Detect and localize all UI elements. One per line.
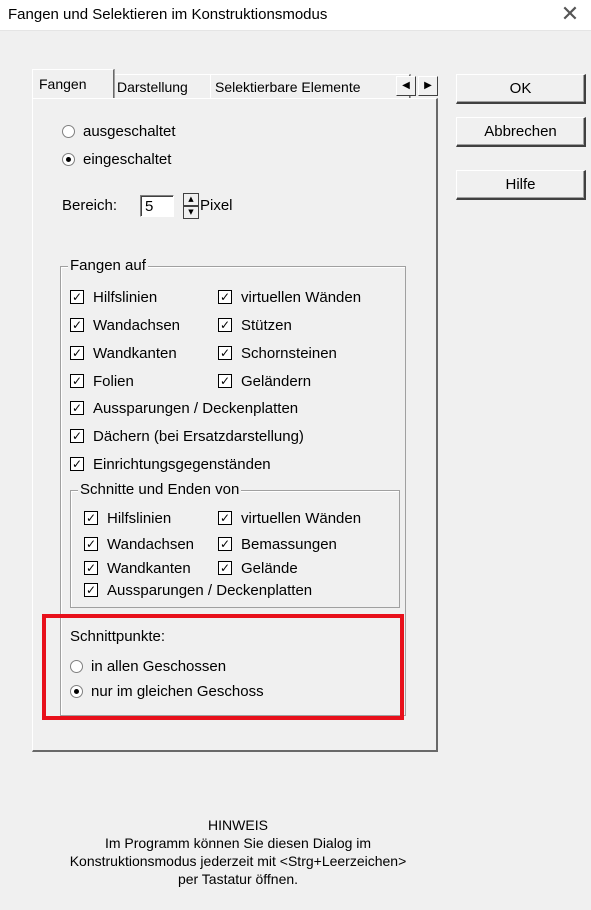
cb-label: Stützen [241,316,292,334]
checkbox-checked-icon[interactable]: ✓ [84,583,98,597]
checkbox-checked-icon[interactable]: ✓ [70,429,84,443]
cb-cut-hilfslinien[interactable]: ✓ Hilfslinien [84,508,171,528]
checkbox-checked-icon[interactable]: ✓ [84,561,98,575]
range-input[interactable]: 5 [140,195,174,217]
cb-label: Aussparungen / Deckenplatten [93,399,299,417]
cb-hilfslinien[interactable]: ✓ Hilfslinien [70,287,157,307]
spin-up-icon[interactable]: ▲ [183,193,199,206]
checkbox-checked-icon[interactable]: ✓ [218,374,232,388]
checkbox-checked-icon[interactable]: ✓ [218,346,232,360]
radio-off-label: ausgeschaltet [83,122,176,140]
cb-folien[interactable]: ✓ Folien [70,371,134,391]
radio-on-indicator[interactable] [62,152,75,166]
cb-label: Hilfslinien [107,509,172,527]
ok-button[interactable]: OK [456,74,586,104]
cb-einrichtung[interactable]: ✓ Einrichtungsgegenständen [70,454,271,474]
checkbox-checked-icon[interactable]: ✓ [218,561,232,575]
tab-darstellung[interactable]: Darstellung [112,74,214,99]
cb-label: virtuellen Wänden [241,288,362,306]
cb-cut-wandkanten[interactable]: ✓ Wandkanten [84,558,191,578]
spin-down-icon[interactable]: ▼ [183,206,199,219]
cb-daecher[interactable]: ✓ Dächern (bei Ersatzdarstellung) [70,426,304,446]
cb-label: Folien [93,372,134,390]
hint-line-3: per Tastatur öffnen. [177,871,299,887]
cb-label: Einrichtungsgegenständen [93,455,271,473]
cb-aussparungen[interactable]: ✓ Aussparungen / Deckenplatten [70,398,298,418]
cb-label: Gelände [241,559,298,577]
cb-label: Schornsteinen [241,344,337,362]
cb-schornsteine[interactable]: ✓ Schornsteinen [218,343,337,363]
cb-label: Wandkanten [93,344,177,362]
help-button[interactable]: Hilfe [456,170,586,200]
cb-label: Wandachsen [93,316,180,334]
checkbox-checked-icon[interactable]: ✓ [218,537,232,551]
checkbox-checked-icon[interactable]: ✓ [70,457,84,471]
cb-cut-gelaende[interactable]: ✓ Gelände [218,558,298,578]
radio-on[interactable]: eingeschaltet [62,149,171,169]
cb-wandachsen[interactable]: ✓ Wandachsen [70,315,180,335]
cb-label: Aussparungen / Deckenplatten [107,581,313,599]
cb-label: Hilfslinien [93,288,158,306]
range-label: Bereich: [62,197,118,214]
cb-label: Geländern [241,372,312,390]
cb-cut-aussparungen[interactable]: ✓ Aussparungen / Deckenplatten [84,580,312,600]
range-unit: Pixel [200,197,233,214]
checkbox-checked-icon[interactable]: ✓ [84,537,98,551]
hint-title: HINWEIS [208,817,268,833]
checkbox-checked-icon[interactable]: ✓ [70,401,84,415]
cb-label: virtuellen Wänden [241,509,362,527]
cb-label: Bemassungen [241,535,337,553]
radio-off[interactable]: ausgeschaltet [62,121,176,141]
checkbox-checked-icon[interactable]: ✓ [218,511,232,525]
tab-selektierbare-elemente[interactable]: Selektierbare Elemente [210,74,410,99]
window-title: Fangen und Selektieren im Konstruktionsm… [8,6,328,23]
tab-scroll-right-icon[interactable]: ▶ [418,76,438,96]
radio-off-indicator[interactable] [62,124,75,138]
red-highlight-box [42,614,404,720]
checkbox-checked-icon[interactable]: ✓ [70,346,84,360]
cb-cut-wandachsen[interactable]: ✓ Wandachsen [84,534,194,554]
tab-scroll-left-icon[interactable]: ◀ [396,76,416,96]
checkbox-checked-icon[interactable]: ✓ [70,318,84,332]
checkbox-checked-icon[interactable]: ✓ [218,318,232,332]
hint-line-2: Konstruktionsmodus jederzeit mit <Strg+L… [69,853,407,869]
checkbox-checked-icon[interactable]: ✓ [218,290,232,304]
cb-cut-bemassungen[interactable]: ✓ Bemassungen [218,534,337,554]
cb-label: Wandkanten [107,559,191,577]
checkbox-checked-icon[interactable]: ✓ [84,511,98,525]
cb-cut-virtuelle[interactable]: ✓ virtuellen Wänden [218,508,361,528]
hint-line-1: Im Programm können Sie diesen Dialog im [104,835,372,851]
tab-fangen[interactable]: Fangen [32,69,114,98]
cb-label: Wandachsen [107,535,194,553]
cb-gelaender[interactable]: ✓ Geländern [218,371,311,391]
cuts-group-title: Schnitte und Enden von [78,481,242,498]
cb-stuetzen[interactable]: ✓ Stützen [218,315,292,335]
cb-virtuelle-waende[interactable]: ✓ virtuellen Wänden [218,287,361,307]
title-bar: Fangen und Selektieren im Konstruktionsm… [0,0,591,31]
snap-group-title: Fangen auf [68,257,148,274]
cb-label: Dächern (bei Ersatzdarstellung) [93,427,304,445]
checkbox-checked-icon[interactable]: ✓ [70,290,84,304]
checkbox-checked-icon[interactable]: ✓ [70,374,84,388]
cancel-button[interactable]: Abbrechen [456,117,586,147]
radio-on-label: eingeschaltet [83,150,172,168]
cb-wandkanten[interactable]: ✓ Wandkanten [70,343,177,363]
close-icon[interactable]: ✕ [555,2,585,28]
